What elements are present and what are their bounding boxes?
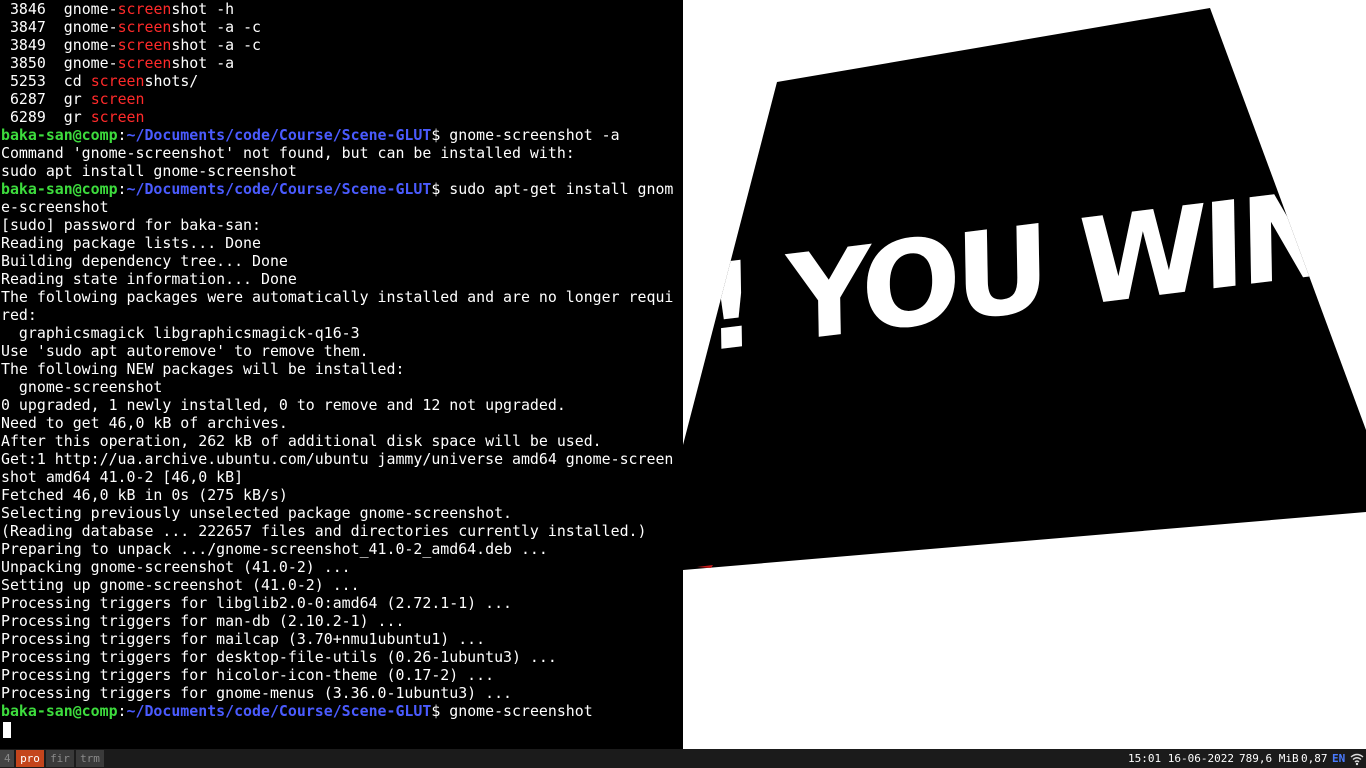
output-line: shot amd64 41.0-2 [46,0 kB] [1, 468, 244, 486]
history-line: 3847 gnome-screenshot -a -c [0, 18, 683, 36]
glut-scene-window[interactable]: N! YOU WIN [683, 0, 1366, 749]
history-command-prefix: gnome- [63, 18, 118, 36]
history-match-highlight: screen [90, 90, 145, 108]
output-line: Unpacking gnome-screenshot (41.0-2) ... [1, 558, 351, 576]
output-line: gnome-screenshot [1, 378, 163, 396]
prompt-line: baka-san@comp:~/Documents/code/Course/Sc… [0, 126, 683, 144]
prompt-line: baka-san@comp:~/Documents/code/Course/Sc… [0, 180, 683, 198]
prompt-separator: : [117, 180, 127, 198]
history-line: 6289 gr screen [0, 108, 683, 126]
clock: 15:01 16-06-2022 [1128, 752, 1234, 765]
history-number: 3847 [9, 18, 46, 36]
cpu-load: 0,87 [1301, 752, 1328, 765]
history-line: 5253 cd screenshots/ [0, 72, 683, 90]
history-command-prefix: gnome- [63, 0, 118, 18]
history-command-suffix: shot -h [171, 0, 235, 18]
prompt-separator: : [117, 126, 127, 144]
memory-usage: 789,6 MiB [1239, 752, 1299, 765]
workspace-tab-trm[interactable]: trm [76, 750, 104, 767]
prompt-user: baka-san@comp [1, 702, 118, 720]
cursor-line [0, 720, 683, 738]
history-command-suffix: shots/ [144, 72, 199, 90]
history-command-prefix: cd [63, 72, 91, 90]
prompt-user: baka-san@comp [1, 180, 118, 198]
history-number: 6289 [9, 108, 46, 126]
terminal-window[interactable]: 3846 gnome-screenshot -h 3847 gnome-scre… [0, 0, 683, 749]
prompt-user: baka-san@comp [1, 126, 118, 144]
history-number: 5253 [9, 72, 46, 90]
output-line: Command 'gnome-screenshot' not found, bu… [1, 144, 575, 162]
history-command-prefix: gr [63, 108, 91, 126]
status-bar: 4 pro fir trm 15:01 16-06-2022 789,6 MiB… [0, 749, 1366, 768]
history-line: 3846 gnome-screenshot -h [0, 0, 683, 18]
history-match-highlight: screen [117, 36, 172, 54]
prompt-dollar: $ [431, 180, 450, 198]
output-line: e-screenshot [1, 198, 109, 216]
history-command-suffix: shot -a -c [171, 18, 262, 36]
history-command-prefix: gnome- [63, 54, 118, 72]
history-match-highlight: screen [90, 72, 145, 90]
workspace-tab-pro[interactable]: pro [16, 750, 44, 767]
output-line: Preparing to unpack .../gnome-screenshot… [1, 540, 548, 558]
output-line: (Reading database ... 222657 files and d… [1, 522, 647, 540]
output-line: After this operation, 262 kB of addition… [1, 432, 602, 450]
scene-canvas: N! YOU WIN [683, 0, 1366, 749]
history-line: 3850 gnome-screenshot -a [0, 54, 683, 72]
output-line: sudo apt install gnome-screenshot [1, 162, 297, 180]
output-line: Processing triggers for libglib2.0-0:amd… [1, 594, 513, 612]
typed-command: gnome-screenshot [449, 702, 593, 720]
history-command-suffix: shot -a -c [171, 36, 262, 54]
history-line: 3849 gnome-screenshot -a -c [0, 36, 683, 54]
output-line: 0 upgraded, 1 newly installed, 0 to remo… [1, 396, 566, 414]
output-line: The following packages were automaticall… [1, 288, 674, 306]
prompt-path: ~/Documents/code/Course/Scene-GLUT [126, 126, 432, 144]
prompt-path: ~/Documents/code/Course/Scene-GLUT [126, 702, 432, 720]
history-match-highlight: screen [117, 54, 172, 72]
output-line: Fetched 46,0 kB in 0s (275 kB/s) [1, 486, 288, 504]
history-line: 6287 gr screen [0, 90, 683, 108]
output-line: Processing triggers for hicolor-icon-the… [1, 666, 495, 684]
prompt-dollar: $ [431, 702, 450, 720]
output-line: Processing triggers for gnome-menus (3.3… [1, 684, 513, 702]
history-number: 6287 [9, 90, 46, 108]
history-match-highlight: screen [90, 108, 145, 126]
history-number: 3849 [9, 36, 46, 54]
output-line: [sudo] password for baka-san: [1, 216, 261, 234]
typed-command: sudo apt-get install gnom [449, 180, 674, 198]
prompt-separator: : [117, 702, 127, 720]
output-line: Reading package lists... Done [1, 234, 261, 252]
history-match-highlight: screen [117, 18, 172, 36]
output-line: The following NEW packages will be insta… [1, 360, 405, 378]
history-command-suffix: shot -a [171, 54, 235, 72]
history-number: 3850 [9, 54, 46, 72]
wifi-icon[interactable] [1350, 752, 1364, 766]
output-line: graphicsmagick libgraphicsmagick-q16-3 [1, 324, 360, 342]
history-match-highlight: screen [117, 0, 172, 18]
output-line: Selecting previously unselected package … [1, 504, 513, 522]
keyboard-layout[interactable]: EN [1332, 749, 1345, 768]
workspace-tab-fir[interactable]: fir [46, 750, 74, 767]
prompt-line: baka-san@comp:~/Documents/code/Course/Sc… [0, 702, 683, 720]
output-line: Processing triggers for man-db (2.10.2-1… [1, 612, 405, 630]
typed-command: gnome-screenshot -a [449, 126, 620, 144]
output-line: Reading state information... Done [1, 270, 297, 288]
workspace-number[interactable]: 4 [0, 750, 14, 767]
history-command-prefix: gnome- [63, 36, 118, 54]
output-line: Processing triggers for mailcap (3.70+nm… [1, 630, 486, 648]
output-line: red: [1, 306, 37, 324]
prompt-dollar: $ [431, 126, 450, 144]
terminal-cursor[interactable] [3, 722, 11, 738]
output-line: Use 'sudo apt autoremove' to remove them… [1, 342, 369, 360]
output-line: Need to get 46,0 kB of archives. [1, 414, 288, 432]
output-line: Setting up gnome-screenshot (41.0-2) ... [1, 576, 360, 594]
output-line: Processing triggers for desktop-file-uti… [1, 648, 557, 666]
history-command-prefix: gr [63, 90, 91, 108]
prompt-path: ~/Documents/code/Course/Scene-GLUT [126, 180, 432, 198]
history-number: 3846 [9, 0, 46, 18]
output-line: Get:1 http://ua.archive.ubuntu.com/ubunt… [1, 450, 674, 468]
output-line: Building dependency tree... Done [1, 252, 288, 270]
